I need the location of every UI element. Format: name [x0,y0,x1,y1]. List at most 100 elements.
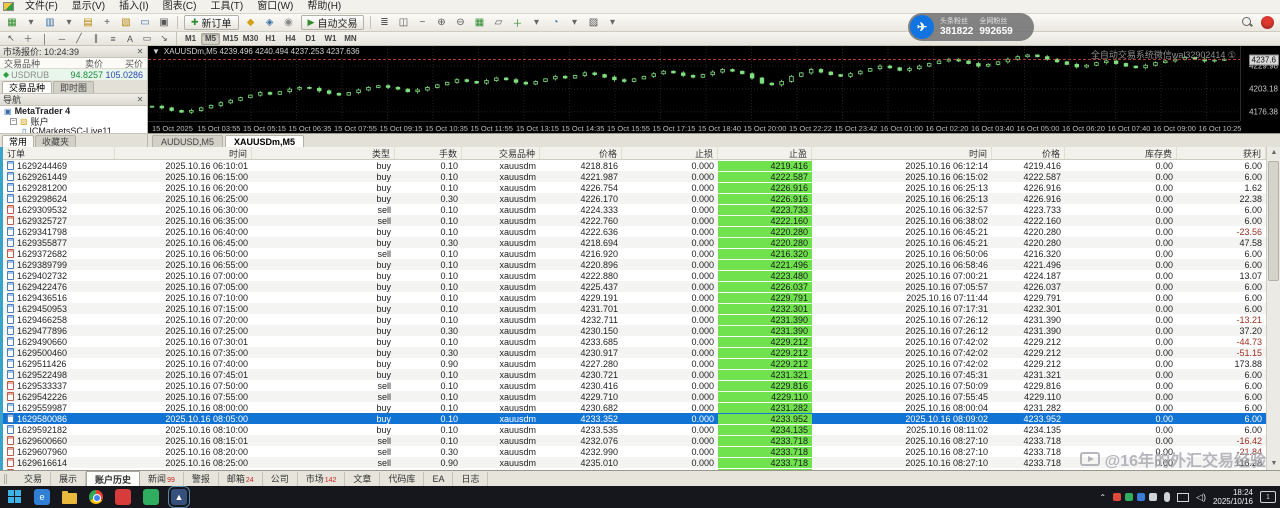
order-row[interactable]: 1629511426 2025.10.16 07:40:00 buy 0.90 xauu… [3,358,1266,369]
order-row[interactable]: 1629389799 2025.10.16 06:55:00 buy 0.10 xauu… [3,259,1266,270]
new-chart-icon[interactable]: ▦ [3,15,21,30]
col-header-5[interactable]: 价格 [540,147,622,159]
zoom-in-icon[interactable]: ⊕ [432,15,450,30]
community-icon[interactable]: ◉ [280,15,298,30]
draw-tool-icon-0[interactable]: ↖ [3,33,19,45]
taskbar-chrome-icon[interactable] [89,490,103,504]
order-row[interactable]: 1629436516 2025.10.16 07:10:00 buy 0.10 xauu… [3,292,1266,303]
order-row[interactable]: 1629298624 2025.10.16 06:25:00 buy 0.30 xauu… [3,193,1266,204]
timeframe-d1[interactable]: D1 [301,33,320,45]
expander-icon[interactable]: − [10,117,17,125]
order-row[interactable]: 1629341798 2025.10.16 06:40:00 buy 0.10 xauu… [3,226,1266,237]
terminal-tab-账户历史[interactable]: 账户历史 [86,470,141,487]
chevron-down-icon[interactable]: ▾ [527,15,545,30]
tray-app-icon-2[interactable] [1137,493,1146,501]
order-row[interactable]: 1629592182 2025.10.16 08:10:00 buy 0.10 xauu… [3,424,1266,435]
order-row[interactable]: 1629500460 2025.10.16 07:35:00 buy 0.30 xauu… [3,347,1266,358]
bar-chart-icon[interactable]: ≣ [375,15,393,30]
terminal-tab-邮箱[interactable]: 邮箱 24 [219,471,263,486]
order-row[interactable]: 1629600660 2025.10.16 08:15:01 sell 0.10 xau… [3,435,1266,446]
col-header-8[interactable]: 时间 [812,147,992,159]
tray-app-icon-3[interactable] [1149,493,1158,501]
chart-tab-XAUUSDm,M5[interactable]: XAUUSDm,M5 [225,135,305,147]
col-header-7[interactable]: 止盈 [718,147,812,159]
order-row[interactable]: 1629477896 2025.10.16 07:25:00 buy 0.30 xauu… [3,325,1266,336]
draw-tool-icon-9[interactable]: ↘ [156,33,172,45]
close-icon[interactable]: ✕ [136,47,144,56]
strategy-tester-icon[interactable]: ▣ [155,15,173,30]
one-click-trading-icon[interactable]: ▼ [152,47,160,56]
mw-tab-即时图[interactable]: 即时图 [53,81,95,93]
order-row[interactable]: 1629580086 2025.10.16 08:05:00 buy 0.10 xauu… [3,413,1266,424]
close-icon[interactable]: ✕ [136,95,144,104]
terminal-tab-展示[interactable]: 展示 [51,471,87,486]
periods-icon[interactable]: ◔ [546,15,564,30]
line-chart-icon[interactable]: ~ [413,15,431,30]
nav-tab-常用[interactable]: 常用 [2,135,35,147]
order-row[interactable]: 1629522498 2025.10.16 07:45:01 buy 0.10 xauu… [3,369,1266,380]
draw-tool-icon-7[interactable]: A [122,33,138,45]
menu-显示[interactable]: 显示(V) [65,0,112,13]
market-watch-icon[interactable]: ▤ [79,15,97,30]
menu-帮助[interactable]: 帮助(H) [300,0,348,13]
col-header-4[interactable]: 交易品种 [462,147,540,159]
draw-tool-icon-8[interactable]: ▭ [139,33,155,45]
timeframe-m30[interactable]: M30 [241,33,260,45]
col-header-2[interactable]: 类型 [252,147,395,159]
order-row[interactable]: 1629450953 2025.10.16 07:15:00 buy 0.10 xauu… [3,303,1266,314]
chevron-down-icon[interactable]: ▾ [565,15,583,30]
data-window-icon[interactable]: + [98,15,116,30]
search-icon[interactable] [1242,17,1253,28]
scroll-down-icon[interactable]: ▼ [1267,458,1280,470]
chevron-down-icon[interactable]: ▾ [22,15,40,30]
draw-tool-icon-1[interactable]: ＋ [20,33,36,45]
zoom-out-icon[interactable]: ⊖ [451,15,469,30]
chevron-down-icon[interactable]: ▾ [603,15,621,30]
metaeditor-icon[interactable]: ◈ [261,15,279,30]
col-header-9[interactable]: 价格 [992,147,1065,159]
order-row[interactable]: 1629490660 2025.10.16 07:30:01 buy 0.10 xauu… [3,336,1266,347]
taskbar-app-red-icon[interactable] [115,489,131,505]
start-button[interactable] [8,490,22,504]
order-row[interactable]: 1629402732 2025.10.16 07:00:00 buy 0.10 xauu… [3,270,1266,281]
timeframe-m5[interactable]: M5 [201,32,220,45]
taskbar-folder-icon[interactable] [62,491,77,504]
timeframe-h1[interactable]: H1 [261,33,280,45]
tree-item-metatrader4[interactable]: ▣ MetaTrader 4 [0,106,147,116]
auto-trading-button[interactable]: ▶ 自动交易 [300,15,365,30]
order-row[interactable]: 1629325727 2025.10.16 06:35:00 sell 0.10 xau… [3,215,1266,226]
col-header-0[interactable]: 订单 [3,147,115,159]
col-header-6[interactable]: 止损 [622,147,718,159]
menu-工具[interactable]: 工具(T) [203,0,250,13]
taskbar-mt4-icon[interactable]: ▲ [168,486,190,508]
indicators-icon[interactable]: ＋ [508,15,526,30]
draw-tool-icon-5[interactable]: ∥ [88,33,104,45]
draw-tool-icon-6[interactable]: ≡ [105,33,121,45]
tray-chevron-icon[interactable]: ⌃ [1099,493,1106,502]
order-row[interactable]: 1629261449 2025.10.16 06:15:00 buy 0.10 xauu… [3,171,1266,182]
terminal-icon[interactable]: ▭ [136,15,154,30]
col-header-3[interactable]: 手数 [395,147,462,159]
mw-tab-交易品种[interactable]: 交易品种 [2,81,53,93]
scroll-up-icon[interactable]: ▲ [1267,147,1280,159]
taskbar-edge-icon[interactable]: e [34,489,50,505]
order-row[interactable]: 1629281200 2025.10.16 06:20:00 buy 0.10 xauu… [3,182,1266,193]
display-icon[interactable] [1177,492,1190,502]
col-header-10[interactable]: 库存费 [1065,147,1177,159]
terminal-tab-市场[interactable]: 市场 142 [298,471,346,486]
terminal-tab-日志[interactable]: 日志 [453,471,489,486]
order-row[interactable]: 1629466258 2025.10.16 07:20:00 buy 0.10 xauu… [3,314,1266,325]
market-watch-row[interactable]: ◆ USDRUB 94.8257 105.0286 [0,69,147,81]
menu-图表[interactable]: 图表(C) [156,0,204,13]
tray-app-icon-0[interactable] [1113,493,1122,501]
order-row[interactable]: 1629372682 2025.10.16 06:50:00 sell 0.10 xau… [3,248,1266,259]
scrollbar-thumb[interactable] [1268,161,1279,281]
chart-window[interactable]: ▼ XAUUSDm,M5 4239.496 4240.494 4237.253 … [148,46,1280,133]
tray-app-icon-1[interactable] [1125,493,1134,501]
timeframe-m1[interactable]: M1 [181,33,200,45]
tile-windows-icon[interactable]: ▦ [470,15,488,30]
order-row[interactable]: 1629355877 2025.10.16 06:45:00 buy 0.30 xauu… [3,237,1266,248]
order-row[interactable]: 1629422476 2025.10.16 07:05:00 buy 0.10 xauu… [3,281,1266,292]
order-row[interactable]: 1629559987 2025.10.16 08:00:00 buy 0.10 xauu… [3,402,1266,413]
timeframe-mn[interactable]: MN [341,33,360,45]
